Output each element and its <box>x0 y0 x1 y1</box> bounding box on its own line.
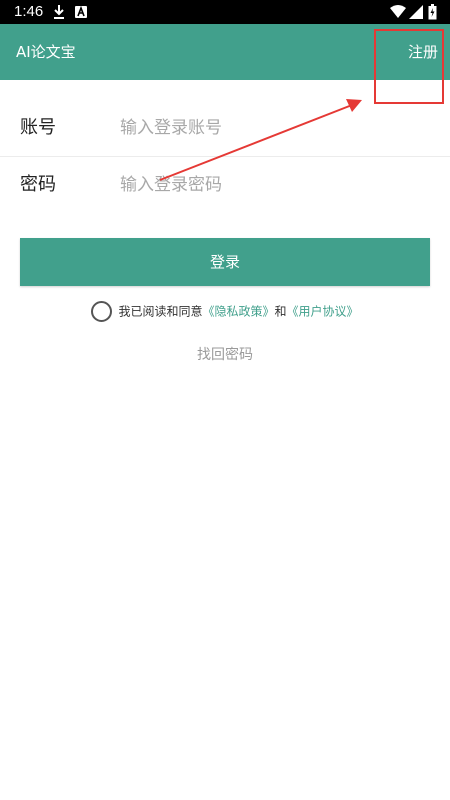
user-agreement-link[interactable]: 《用户协议》 <box>287 305 359 319</box>
password-input[interactable] <box>120 171 420 199</box>
battery-icon <box>428 4 437 24</box>
login-button[interactable]: 登录 <box>20 238 430 286</box>
privacy-policy-link[interactable]: 《隐私政策》 <box>202 305 274 319</box>
account-label: 账号 <box>20 117 56 138</box>
password-row: 密码 <box>0 157 450 213</box>
agreement-and-text: 和 <box>274 304 287 319</box>
app-title: AI论文宝 <box>16 43 76 61</box>
forgot-password-link[interactable]: 找回密码 <box>0 345 450 365</box>
wifi-icon <box>390 4 406 23</box>
status-time: 1:46 <box>14 3 44 20</box>
download-icon <box>52 4 66 24</box>
account-row: 账号 <box>0 100 450 157</box>
account-input[interactable] <box>120 114 420 142</box>
agreement-checkbox[interactable] <box>91 301 113 323</box>
signal-icon <box>409 4 423 23</box>
status-bar: 1:46 <box>0 0 450 24</box>
a-notification-icon <box>74 4 88 24</box>
agreement-text: 我已阅读和同意 <box>118 304 203 319</box>
password-label: 密码 <box>20 174 56 195</box>
agreement-row: 我已阅读和同意《隐私政策》和《用户协议》 <box>0 300 450 323</box>
highlight-box <box>374 29 444 104</box>
